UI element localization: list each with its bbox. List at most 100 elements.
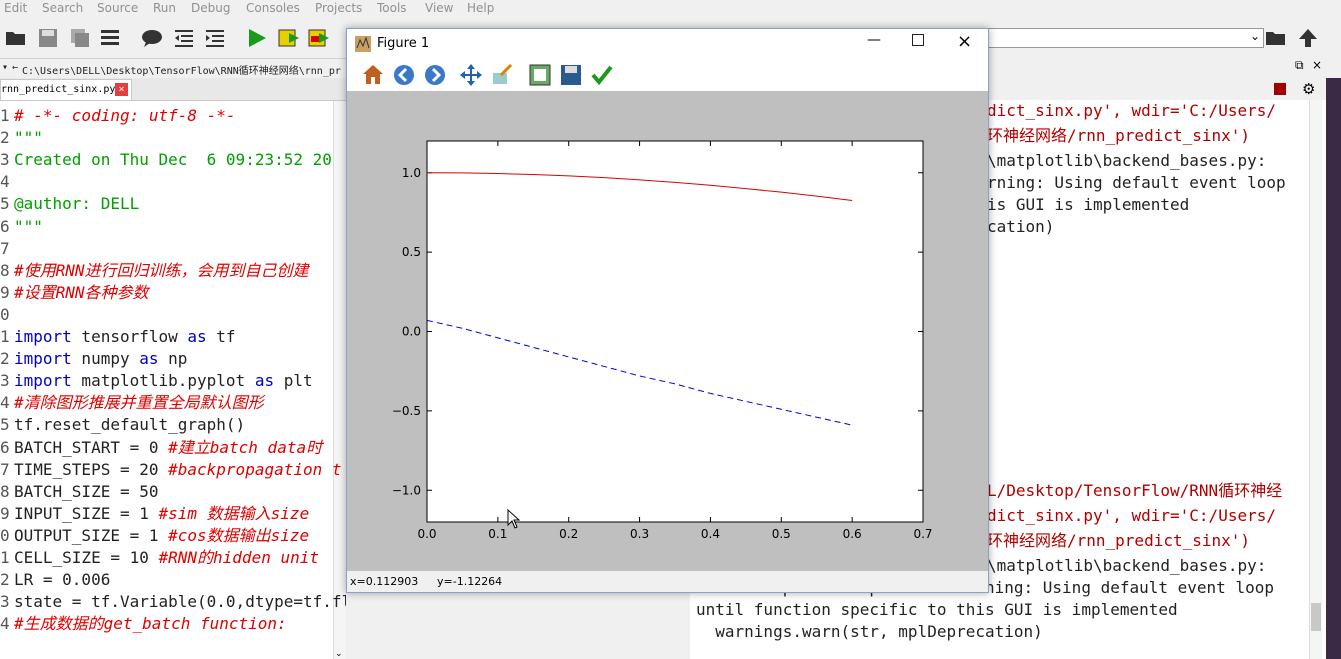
comment-icon[interactable] bbox=[140, 26, 164, 50]
code-line: 3 import matplotlib.pyplot as plt bbox=[0, 370, 313, 392]
code-token: #使用RNN进行回归训练，会用到自己创建 bbox=[14, 260, 309, 280]
console-text: L/Desktop/TensorFlow/RNN循环神经 bbox=[987, 481, 1283, 500]
save-icon[interactable] bbox=[36, 26, 60, 50]
home-icon[interactable] bbox=[361, 63, 385, 87]
close-window-button[interactable]: × bbox=[957, 31, 972, 52]
figure-canvas[interactable]: 0.0 0.1 0.2 0.3 0.4 0.5 0.6 0.7 1.0 0.5 0.0 −0.5 −1.… bbox=[347, 91, 988, 571]
code-line: 1 # -*- coding: utf-8 -*- bbox=[0, 105, 236, 127]
gear-icon[interactable]: ⚙ bbox=[1302, 80, 1315, 98]
line-number: 9 bbox=[0, 503, 10, 523]
code-editor[interactable]: ⌄ 1 # -*- coding: utf-8 -*- 2 """ 3 Created o… bbox=[0, 101, 346, 659]
code-token: @author: DELL bbox=[14, 194, 140, 214]
y-tick-label: 1.0 bbox=[402, 166, 421, 180]
menu-item[interactable]: Run bbox=[153, 1, 176, 15]
save-all-icon[interactable] bbox=[68, 26, 92, 50]
menu-item[interactable]: Source bbox=[97, 1, 138, 15]
zoom-icon[interactable] bbox=[491, 63, 515, 87]
console-text: until function specific to this GUI is i… bbox=[696, 600, 1178, 619]
parent-directory-icon[interactable] bbox=[1296, 26, 1320, 50]
menu-item[interactable]: Search bbox=[42, 1, 83, 15]
list-icon[interactable] bbox=[98, 26, 122, 50]
tab-menu-icon[interactable]: ▾ bbox=[2, 62, 8, 73]
checkmark-icon[interactable] bbox=[590, 63, 614, 87]
file-path: C:\Users\DELL\Desktop\TensorFlow\RNN循环神经… bbox=[22, 66, 341, 77]
line-number: 0 bbox=[0, 525, 10, 545]
editor-path-bar: ▾ ← C:\Users\DELL\Desktop\TensorFlow\RNN… bbox=[0, 58, 346, 79]
browse-folder-icon[interactable] bbox=[1264, 26, 1288, 50]
code-token: #设置RNN各种参数 bbox=[14, 282, 149, 302]
undock-icon[interactable]: ⧉ bbox=[1295, 58, 1304, 73]
code-token: matplotlib.pyplot bbox=[71, 371, 255, 391]
forward-icon[interactable] bbox=[423, 63, 447, 87]
code-line: 5 tf.reset_default_graph() bbox=[0, 414, 245, 436]
code-token: state = tf.Variable(0.0,dtype=tf.float32… bbox=[14, 592, 346, 612]
console-text: rning: Using default event loop bbox=[987, 173, 1286, 192]
console-scroll-thumb[interactable] bbox=[1311, 603, 1321, 631]
code-token: import bbox=[14, 349, 72, 369]
line-number: 1 bbox=[0, 548, 10, 567]
unindent-icon[interactable] bbox=[172, 26, 196, 50]
subplots-icon[interactable] bbox=[528, 63, 552, 87]
run-cell-advance-icon[interactable] bbox=[307, 26, 331, 50]
console-text: 环神经网络/rnn_predict_sinx') bbox=[987, 531, 1251, 550]
x-tick-label: 0.0 bbox=[417, 527, 436, 541]
open-folder-icon[interactable] bbox=[4, 26, 28, 50]
indent-icon[interactable] bbox=[203, 26, 227, 50]
code-line: 9 #设置RNN各种参数 bbox=[0, 282, 149, 304]
code-token: OUTPUT_SIZE = 1 bbox=[14, 525, 169, 545]
line-number: 1 bbox=[0, 106, 10, 125]
line-number: 8 bbox=[0, 260, 10, 280]
run-cell-icon[interactable] bbox=[277, 26, 301, 50]
code-token: np bbox=[158, 349, 188, 369]
close-tab-icon[interactable]: × bbox=[115, 83, 128, 96]
line-number: 2 bbox=[0, 570, 10, 590]
code-token: #生成数据的get_batch function: bbox=[14, 614, 287, 634]
chevron-down-icon[interactable]: ⌄ bbox=[1250, 29, 1260, 43]
code-line: 6 BATCH_START = 0 #建立batch data时 bbox=[0, 437, 322, 459]
line-number: 3 bbox=[0, 592, 10, 612]
pan-icon[interactable] bbox=[459, 63, 483, 87]
console-line: \matplotlib\backend_bases.py: bbox=[987, 555, 1266, 577]
code-token: #cos数据输出size bbox=[168, 525, 310, 545]
x-tick-label: 0.3 bbox=[630, 527, 649, 541]
editor-scrollbar[interactable]: ⌄ bbox=[333, 101, 346, 659]
run-icon[interactable] bbox=[245, 26, 269, 50]
x-tick-label: 0.1 bbox=[488, 527, 507, 541]
stop-icon[interactable] bbox=[1274, 83, 1286, 95]
code-line: 3 Created on Thu Dec 6 09:23:52 20 bbox=[0, 149, 332, 171]
line-number: 4 bbox=[0, 393, 10, 413]
figure-toolbar bbox=[347, 59, 988, 91]
console-scrollbar[interactable] bbox=[1309, 100, 1322, 659]
code-token: """ bbox=[14, 216, 43, 236]
line-number: 4 bbox=[0, 614, 10, 634]
menu-item[interactable]: Tools bbox=[377, 1, 407, 15]
back-icon[interactable] bbox=[392, 63, 416, 87]
menu-item[interactable]: Edit bbox=[4, 1, 27, 15]
code-line: 7 TIME_STEPS = 20 #backpropagation t bbox=[0, 459, 342, 481]
console-line: dict_sinx.py', wdir='C:/Users/ bbox=[987, 100, 1276, 122]
menu-item[interactable]: Projects bbox=[315, 1, 362, 15]
code-line: 1 import tensorflow as tf bbox=[0, 326, 236, 348]
minimize-button[interactable]: — bbox=[867, 32, 881, 48]
console-text: cation) bbox=[987, 217, 1055, 236]
menu-item[interactable]: Consoles bbox=[246, 1, 300, 15]
menu-item[interactable]: Debug bbox=[191, 1, 230, 15]
scroll-down-icon[interactable]: ⌄ bbox=[335, 649, 343, 659]
code-token: Created on Thu Dec 6 09:23:52 20 bbox=[14, 150, 332, 170]
code-token: #backpropagation t bbox=[168, 459, 342, 479]
code-line: 0 OUTPUT_SIZE = 1 #cos数据输出size bbox=[0, 525, 309, 547]
menu-item[interactable]: View bbox=[425, 1, 453, 15]
figure-title: Figure 1 bbox=[377, 36, 430, 51]
code-token: #RNN的hidden unit bbox=[158, 548, 320, 567]
code-line: 3state = tf.Variable(0.0,dtype=tf.float3… bbox=[0, 591, 346, 613]
console-line: \matplotlib\backend_bases.py: bbox=[987, 150, 1266, 172]
line-number: 5 bbox=[0, 415, 10, 435]
menu-item[interactable]: Help bbox=[467, 1, 494, 15]
close-pane-icon[interactable]: × bbox=[1312, 58, 1322, 72]
code-line: 0 bbox=[0, 304, 14, 326]
save-figure-icon[interactable] bbox=[559, 63, 583, 87]
tab-rnn-predict-sinx[interactable]: rnn_predict_sinx.py × bbox=[0, 79, 132, 100]
working-directory-combo[interactable]: ⌄ bbox=[987, 28, 1264, 48]
maximize-button[interactable] bbox=[912, 34, 924, 46]
back-arrow-icon[interactable]: ← bbox=[12, 62, 18, 73]
